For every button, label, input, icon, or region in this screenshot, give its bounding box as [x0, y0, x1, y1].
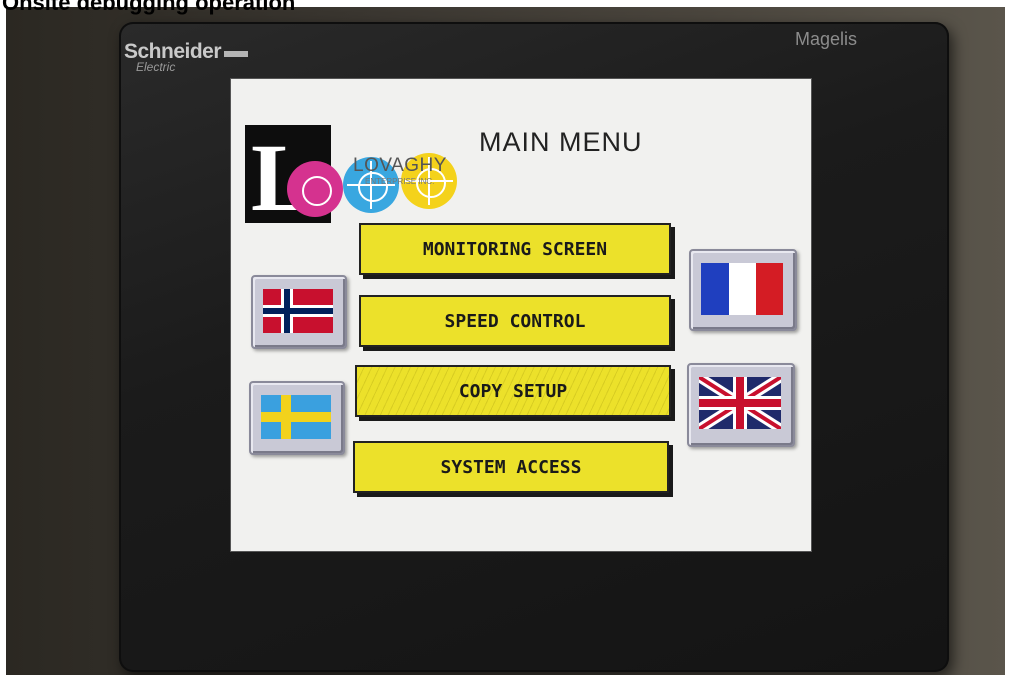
company-logo: L LOVAGHY ENTERPRISE INC.: [245, 121, 459, 226]
language-swedish-button[interactable]: [249, 381, 345, 455]
hmi-screen: L LOVAGHY ENTERPRISE INC. MAIN MENU MONI…: [231, 79, 811, 551]
language-english-button[interactable]: [687, 363, 795, 447]
page-title: MAIN MENU: [479, 127, 643, 157]
company-name: LOVAGHY: [353, 155, 447, 176]
language-norwegian-button[interactable]: [251, 275, 347, 349]
copy-setup-button[interactable]: COPY SETUP: [355, 365, 671, 417]
device-photo: Schneider Electric Magelis L LOVAGHY ENT…: [6, 7, 1005, 675]
france-flag-icon: [701, 263, 783, 315]
norway-flag-icon: [263, 289, 333, 333]
monitoring-screen-button[interactable]: MONITORING SCREEN: [359, 223, 671, 275]
brand-logo: Schneider Electric: [124, 40, 249, 74]
sweden-flag-icon: [261, 395, 331, 439]
system-access-button[interactable]: SYSTEM ACCESS: [353, 441, 669, 493]
model-label: Magelis: [794, 29, 857, 49]
language-french-button[interactable]: [689, 249, 797, 331]
uk-flag-icon: [699, 377, 781, 429]
magenta-circle-icon: [287, 161, 343, 217]
ring-inner: [302, 176, 332, 206]
company-sub: ENTERPRISE INC.: [365, 177, 435, 186]
brand-bar: [224, 50, 249, 57]
speed-control-button[interactable]: SPEED CONTROL: [359, 295, 671, 347]
image-caption: Onsite debugging operation: [2, 0, 296, 15]
